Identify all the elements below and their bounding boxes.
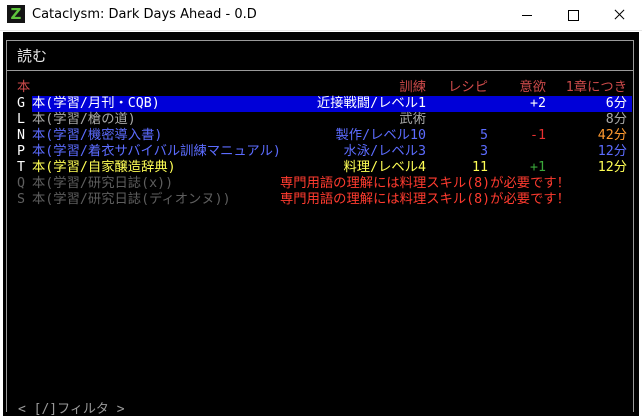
requirement-warning: 専門用語の理解には料理スキル(8)が必要です！ [280,192,570,207]
row-hotkey: P [17,144,26,159]
row-hotkey: N [17,128,26,143]
time-per-chapter: 12分 [597,144,627,159]
book-row[interactable]: T 本(学習/自家醸造辞典) 料理/レベル4 11 +1 12分 [3,160,639,176]
book-name: 本(学習/槍の道) [32,112,136,127]
book-name: 本(学習/機密導入書) [32,128,163,143]
row-hotkey: G [17,96,26,111]
time-per-chapter: 6分 [605,96,627,111]
menu-title: 読む [17,47,48,65]
time-per-chapter: 42分 [597,128,627,143]
book-name: 本(学習/着衣サバイバル訓練マニュアル) [32,144,281,159]
row-hotkey: Q [17,176,26,191]
title-bar: Z Cataclysm: Dark Days Ahead - 0.D [0,0,642,31]
close-button[interactable] [596,0,642,30]
recipe-count: 11 [471,160,488,175]
header-book: 本 [17,80,31,95]
book-name: 本(学習/研究日誌(x)) [32,176,174,191]
book-row[interactable]: P 本(学習/着衣サバイバル訓練マニュアル) 水泳/レベル3 3 12分 [3,144,639,160]
skill-trained: 近接戦闘/レベル1 [316,96,426,111]
book-row[interactable]: S 本(学習/研究日誌(ディオンヌ)) 専門用語の理解には料理スキル(8)が必要です… [3,192,639,208]
fun-value: +2 [529,96,546,111]
fun-value: +1 [529,160,546,175]
header-skill: 訓練 [399,80,426,95]
skill-trained: 武術 [399,112,426,127]
book-name: 本(学習/研究日誌(ディオンヌ)) [32,192,231,207]
requirement-warning: 専門用語の理解には料理スキル(8)が必要です！ [280,176,570,191]
skill-trained: 料理/レベル4 [343,160,427,175]
header-recipes: レシピ [448,80,488,95]
time-per-chapter: 8分 [605,112,627,127]
row-hotkey: L [17,112,26,127]
book-row[interactable]: G 本(学習/月刊・CQB) 近接戦闘/レベル1 +2 6分 [3,96,639,112]
maximize-button[interactable] [550,0,596,30]
row-hotkey: S [17,192,26,207]
book-name: 本(学習/自家醸造辞典) [32,160,176,175]
row-hotkey: T [17,160,26,175]
time-per-chapter: 12分 [597,160,627,175]
column-header-row: 本 訓練 レシピ 意欲 1章につき [3,80,639,96]
book-name: 本(学習/月刊・CQB) [32,96,160,111]
book-row[interactable]: N 本(学習/機密導入書) 製作/レベル10 5 -1 42分 [3,128,639,144]
app-icon: Z [7,5,25,23]
filter-hint[interactable]: < [/]フィルタ > [15,398,128,416]
header-time: 1章につき [565,80,627,95]
recipe-count: 5 [479,128,488,143]
skill-trained: 製作/レベル10 [335,128,426,143]
book-row[interactable]: Q 本(学習/研究日誌(x)) 専門用語の理解には料理スキル(8)が必要です！ [3,176,639,192]
header-fun: 意欲 [519,80,546,95]
window-title: Cataclysm: Dark Days Ahead - 0.D [32,7,257,22]
recipe-count: 3 [479,144,488,159]
title-divider [6,70,634,71]
book-row[interactable]: L 本(学習/槍の道) 武術 8分 [3,112,639,128]
skill-trained: 水泳/レベル3 [343,144,427,159]
game-terminal: 読む 本 訓練 レシピ 意欲 1章につき G 本(学習/月刊・CQB) 近接戦闘/レ… [3,32,639,416]
fun-value: -1 [529,128,546,143]
minimize-button[interactable] [504,0,550,30]
